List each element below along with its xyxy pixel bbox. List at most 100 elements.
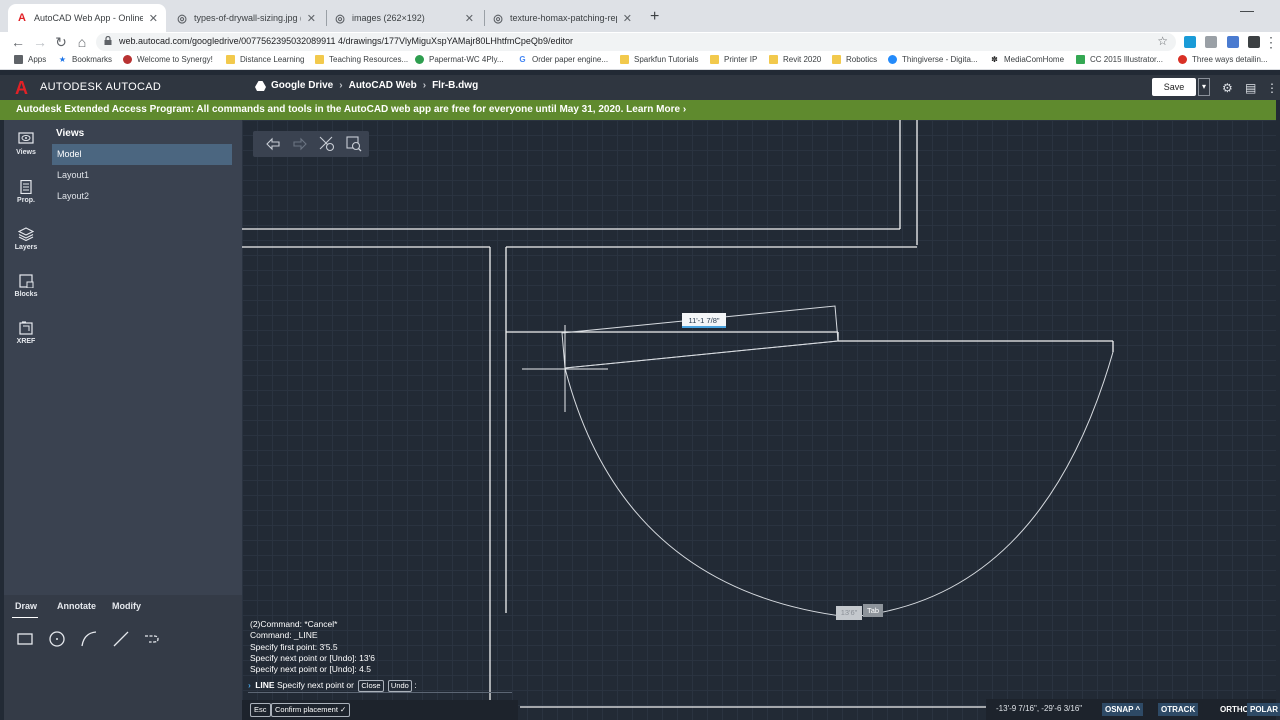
close-tab-icon[interactable]: ✕ — [149, 12, 158, 25]
extension-icon[interactable] — [1184, 36, 1196, 48]
browser-menu-icon[interactable]: ⋮ — [1263, 34, 1279, 50]
settings-gear-icon[interactable]: ⚙ — [1222, 81, 1233, 95]
view-item-model[interactable]: Model — [52, 144, 232, 165]
status-bar: -13'-9 7/16", -29'-6 3/16" OSNAP ^ OTRAC… — [986, 699, 1280, 720]
strip-blocks[interactable]: Blocks — [4, 274, 48, 298]
bookmark-three-ways[interactable]: Three ways detailin... — [1178, 55, 1268, 64]
close-tab-icon[interactable]: ✕ — [465, 12, 474, 25]
option-close-button[interactable]: Close — [358, 680, 384, 692]
save-button[interactable]: Save — [1152, 78, 1196, 96]
undo-icon[interactable] — [264, 135, 282, 153]
osnap-toggle[interactable]: OSNAP ^ — [1102, 703, 1144, 716]
save-dropdown-button[interactable]: ▾ — [1198, 78, 1210, 96]
mediacom-icon: ✽ — [991, 55, 998, 64]
esc-button[interactable]: Esc — [250, 703, 271, 717]
folder-icon — [620, 55, 629, 64]
new-tab-icon[interactable]: + — [650, 8, 659, 26]
bookmark-star-icon[interactable]: ☆ — [1157, 34, 1168, 48]
circle-icon[interactable] — [48, 630, 66, 648]
synergy-icon — [123, 55, 132, 64]
tab-draw[interactable]: Draw — [15, 601, 37, 611]
strip-properties[interactable]: Prop. — [4, 180, 48, 204]
polar-toggle[interactable]: POLAR — [1247, 703, 1280, 716]
breadcrumb-google-drive[interactable]: Google Drive — [271, 80, 333, 91]
tab-annotate[interactable]: Annotate — [57, 601, 96, 611]
bookmark-synergy[interactable]: Welcome to Synergy! — [123, 55, 213, 64]
browser-tab-drywall[interactable]: ◎ types-of-drywall-sizing.jpg (1000 ✕ — [168, 4, 324, 32]
bookmark-order-paper[interactable]: G Order paper engine... — [518, 55, 608, 64]
bookmark-revit[interactable]: Revit 2020 — [769, 55, 821, 64]
autocad-favicon-icon: A — [18, 12, 26, 24]
blocks-icon — [19, 274, 34, 288]
autodesk-logo-icon: A — [15, 78, 28, 98]
arc-icon[interactable] — [80, 630, 98, 648]
bookmark-thingiverse[interactable]: Thingiverse - Digita... — [888, 55, 978, 64]
door-swing-arc — [564, 351, 1114, 618]
strip-xref[interactable]: XREF — [4, 321, 48, 345]
home-icon[interactable]: ⌂ — [74, 34, 90, 50]
globe-icon: ◎ — [493, 12, 503, 25]
zoom-window-icon[interactable] — [345, 135, 363, 153]
browser-tab-autocad[interactable]: A AutoCAD Web App - Online CAD ✕ — [8, 4, 166, 32]
osnap-menu-caret-icon[interactable]: ^ — [1136, 705, 1141, 714]
strip-layers[interactable]: Layers — [4, 227, 48, 251]
bookmark-apps[interactable]: Apps — [14, 55, 46, 64]
strip-label: Layers — [14, 244, 38, 251]
lock-icon — [104, 36, 112, 45]
forward-arrow-icon[interactable]: → — [32, 34, 48, 50]
google-icon: G — [519, 55, 526, 64]
otrack-toggle[interactable]: OTRACK — [1158, 703, 1199, 716]
bookmark-teaching[interactable]: Teaching Resources... — [315, 55, 408, 64]
reload-icon[interactable]: ↻ — [53, 34, 69, 50]
rectangle-icon[interactable] — [16, 630, 34, 648]
apps-grid-icon — [14, 55, 23, 64]
strip-label: Views — [16, 149, 36, 156]
bookmark-printer-ip[interactable]: Printer IP — [710, 55, 757, 64]
redo-icon[interactable] — [291, 135, 309, 153]
globe-icon: ◎ — [335, 12, 345, 25]
confirm-placement-button[interactable]: Confirm placement ✓ — [271, 703, 351, 717]
tab-title: images (262×192) — [352, 13, 425, 23]
bookmark-distance-learning[interactable]: Distance Learning — [226, 55, 304, 64]
breadcrumb-autocad-web[interactable]: AutoCAD Web — [349, 80, 417, 91]
close-tab-icon[interactable]: ✕ — [307, 12, 316, 25]
more-icon[interactable]: ⋮ — [1266, 81, 1278, 95]
option-undo-button[interactable]: Undo — [387, 680, 412, 692]
strip-views[interactable]: Views — [4, 132, 48, 156]
extension-icon[interactable] — [1248, 36, 1260, 48]
bookmark-papermat[interactable]: Papermat-WC 4Ply... — [415, 55, 504, 64]
back-arrow-icon[interactable]: ← — [10, 34, 26, 50]
print-icon[interactable]: ▤ — [1245, 81, 1256, 95]
tab-modify[interactable]: Modify — [112, 601, 141, 611]
bookmark-bookmarks[interactable]: ★ Bookmarks — [58, 55, 112, 64]
bookmark-label: MediaComHome — [1004, 55, 1065, 64]
tab-title: types-of-drywall-sizing.jpg (1000 — [194, 13, 301, 23]
bookmark-sparkfun[interactable]: Sparkfun Tutorials — [620, 55, 698, 64]
browser-tab-texture[interactable]: ◎ texture-homax-patching-repair- ✕ — [484, 4, 640, 32]
bookmark-label: Sparkfun Tutorials — [634, 55, 699, 64]
command-action-bar: Esc Confirm placement ✓ — [242, 700, 518, 720]
browser-tab-images[interactable]: ◎ images (262×192) ✕ — [326, 4, 482, 32]
polyline-icon[interactable] — [143, 630, 161, 648]
extension-icon[interactable] — [1227, 36, 1239, 48]
bookmark-robotics[interactable]: Robotics — [832, 55, 877, 64]
command-input[interactable]: › LINE Specify next point or Close Undo … — [248, 678, 512, 693]
window-minimize-icon[interactable]: — — [1240, 2, 1254, 18]
bookmark-mediacom[interactable]: ✽ MediaComHome — [990, 55, 1064, 64]
bookmark-label: Revit 2020 — [783, 55, 822, 64]
zoom-extents-icon[interactable] — [318, 135, 336, 153]
bookmark-label: Bookmarks — [72, 55, 113, 64]
address-bar[interactable]: web.autocad.com/googledrive/007756239503… — [96, 33, 1176, 51]
bookmark-label: Robotics — [846, 55, 878, 64]
line-icon[interactable] — [112, 630, 130, 648]
length-input-tooltip[interactable]: 13'6" — [836, 606, 862, 620]
dimension-input-tooltip[interactable]: 11'-1 7/8" — [682, 313, 726, 328]
view-item-layout1[interactable]: Layout1 — [52, 165, 232, 186]
view-item-layout2[interactable]: Layout2 — [52, 186, 232, 207]
breadcrumb: Google Drive › AutoCAD Web › Flr-B.dwg — [255, 80, 478, 91]
extension-icon[interactable] — [1205, 36, 1217, 48]
promo-banner[interactable]: Autodesk Extended Access Program: All co… — [0, 100, 1276, 120]
close-tab-icon[interactable]: ✕ — [623, 12, 632, 25]
command-history-line: Specify first point: 3'5.5 — [250, 641, 338, 652]
bookmark-cc-illustrator[interactable]: CC 2015 Illustrator... — [1076, 55, 1163, 64]
